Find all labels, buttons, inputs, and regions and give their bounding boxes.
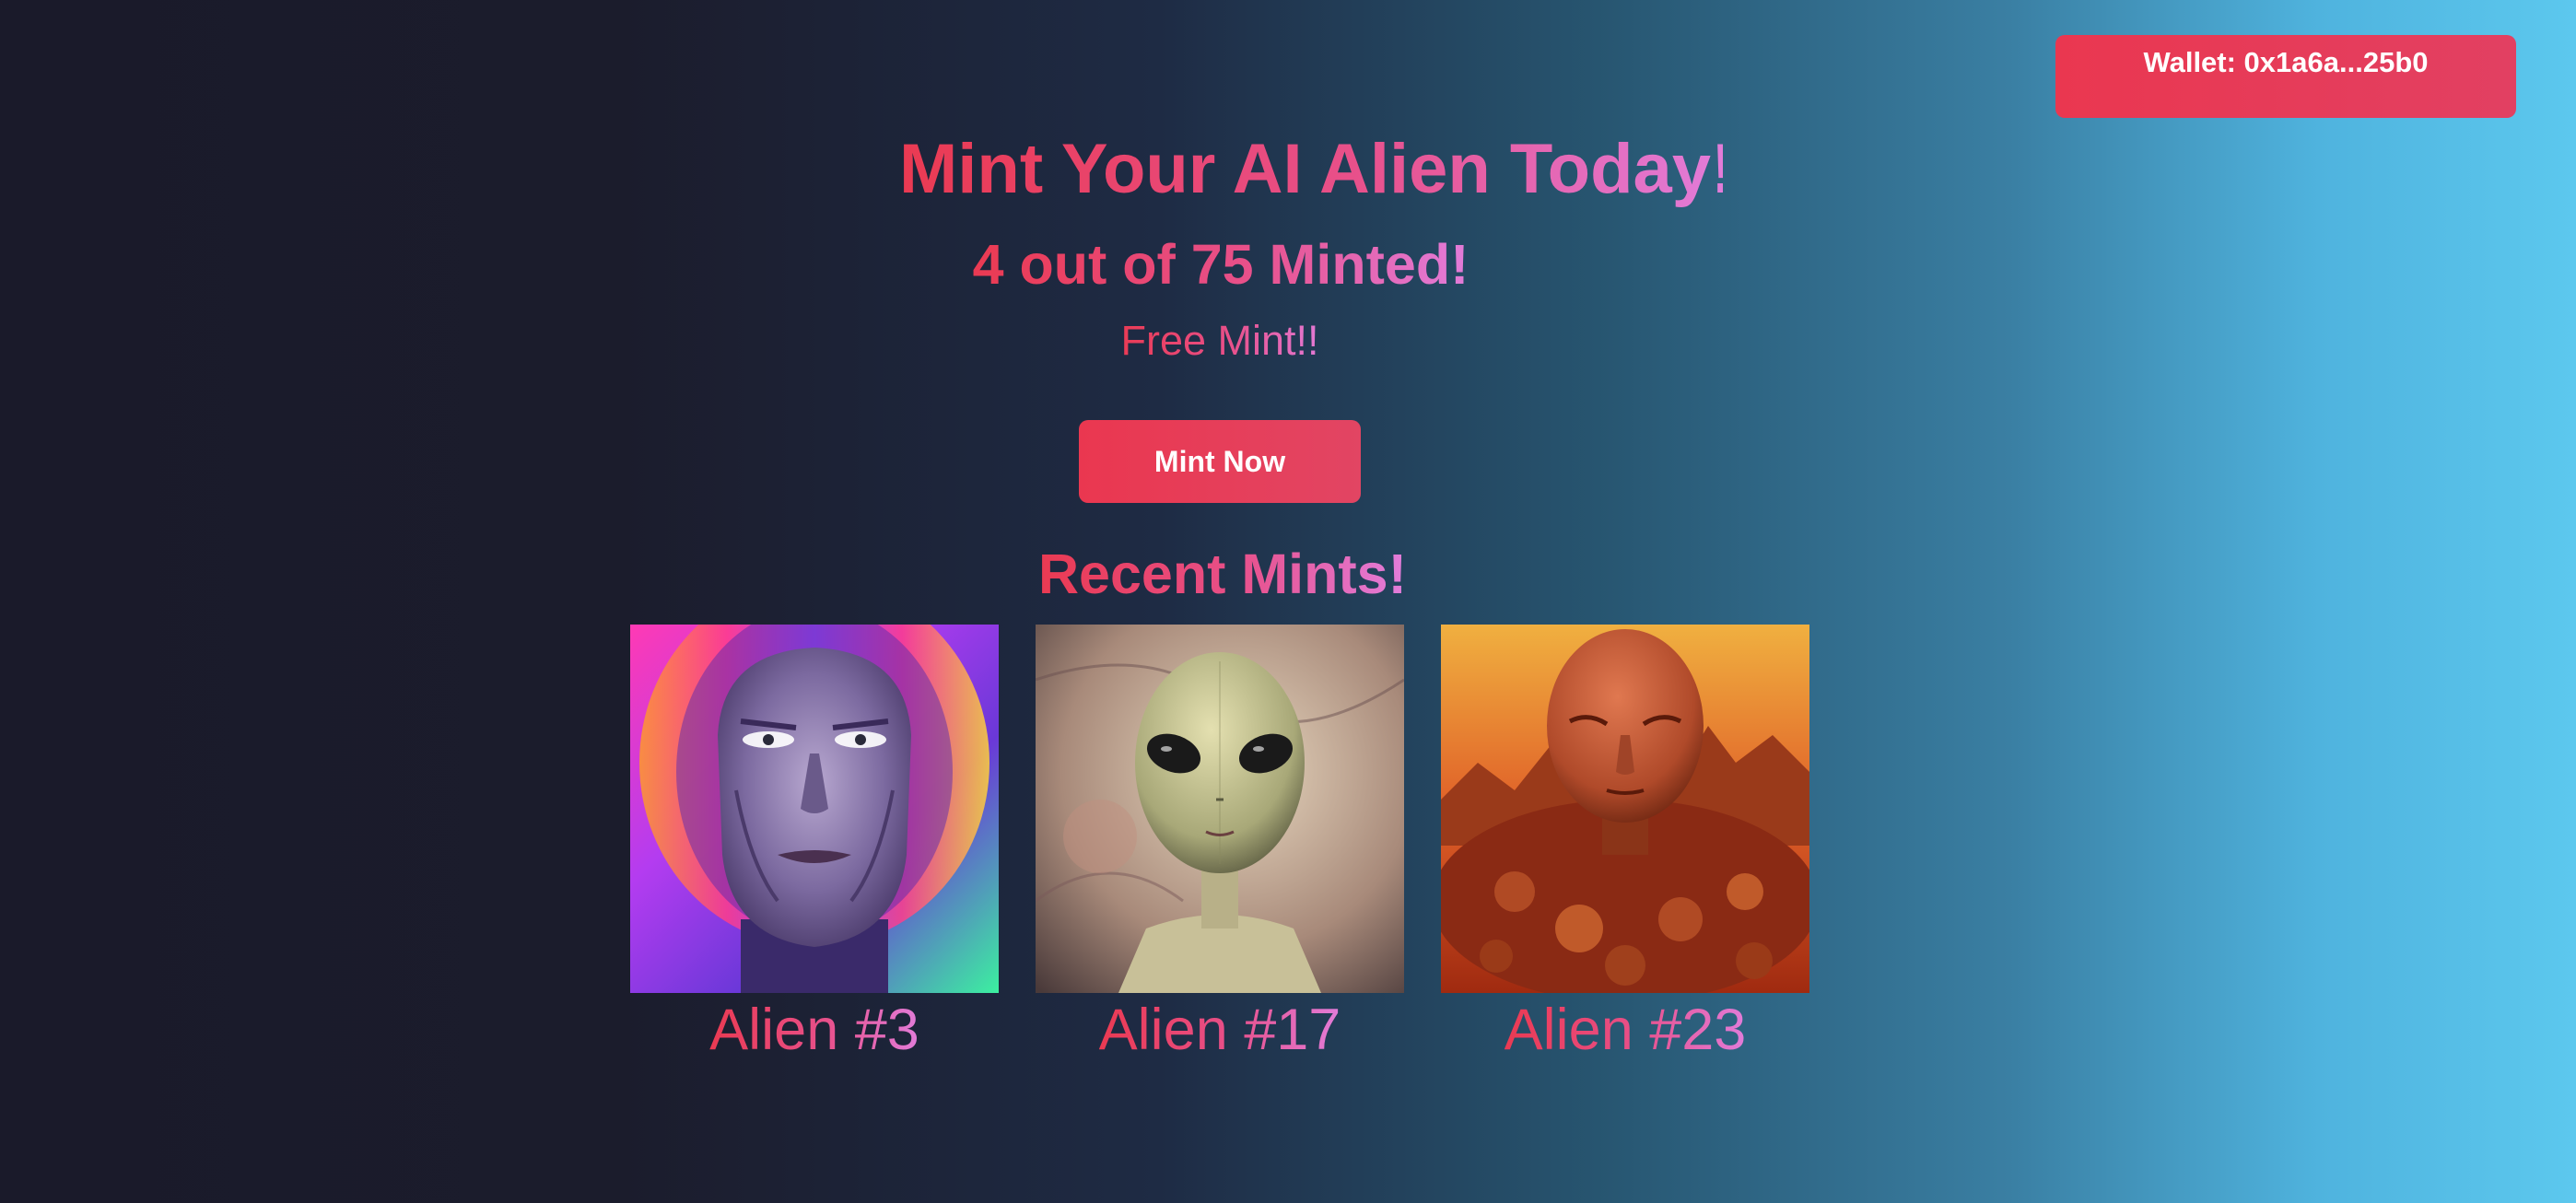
alien-17-image[interactable] — [1036, 625, 1404, 993]
nft-name-label: Alien #17 — [1098, 998, 1341, 1062]
nft-name-label: Alien #23 — [1504, 998, 1747, 1062]
price-note: Free Mint!! — [1115, 317, 1325, 365]
mint-now-button[interactable]: Mint Now — [1079, 420, 1361, 503]
page-title: Mint Your AI Alien Today!! — [899, 130, 1758, 208]
alien-23-image[interactable] — [1441, 625, 1809, 993]
nft-name-label: Alien #3 — [709, 998, 919, 1062]
nft-card[interactable]: Alien #23 — [1441, 625, 1809, 1063]
nft-card[interactable]: Alien #3 — [630, 625, 999, 1063]
nft-card[interactable]: Alien #17 — [1036, 625, 1404, 1063]
recent-mints-heading: Recent Mints! — [1038, 543, 1407, 605]
wallet-button[interactable]: Wallet: 0x1a6a...25b0 — [2055, 35, 2516, 118]
minted-count: 4 out of 75 Minted! — [972, 233, 1469, 296]
alien-3-image[interactable] — [630, 625, 999, 993]
